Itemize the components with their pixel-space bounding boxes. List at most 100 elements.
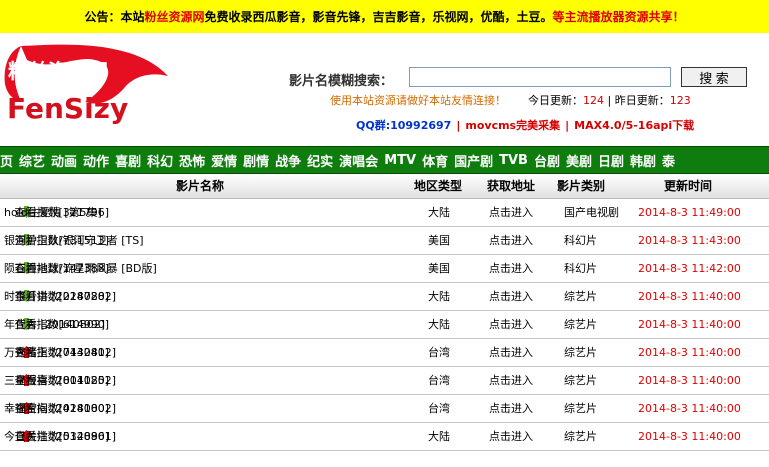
region-cell: 大陆 <box>428 206 450 219</box>
update-time-cell: 2014-8-3 11:42:00 <box>638 262 741 275</box>
category-cell: 科幻片 <box>564 234 597 247</box>
movcms-link[interactable]: movcms完美采集 <box>465 119 560 132</box>
nav-item[interactable]: 喜剧 <box>115 151 141 170</box>
nav-item[interactable]: 动画 <box>51 151 77 170</box>
category-cell: 综艺片 <box>564 290 597 303</box>
region-cell: 台湾 <box>428 346 450 359</box>
table-row: 年代秀 [20140802] 查看指数[614990] 大陆 点击进入 综艺片 2014… <box>0 311 769 339</box>
yesterday-count: 123 <box>669 94 691 107</box>
nav-item[interactable]: 国产剧 <box>454 151 493 170</box>
search-label: 影片名模糊搜索： <box>289 74 394 89</box>
friend-link-tip: 使用本站资源请做好本站友情连接！ <box>330 94 506 107</box>
update-time-cell: 2014-8-3 11:40:00 <box>638 374 741 387</box>
table-row: 今日关注 [20140801] 查看指数[532896] 大陆 点击进入 综艺片 201… <box>0 423 769 451</box>
nav-item[interactable]: 动作 <box>83 151 109 170</box>
search-button[interactable]: 搜 索 <box>681 67 747 87</box>
update-time-cell: 2014-8-3 11:40:00 <box>638 430 741 443</box>
nav-item[interactable]: 纪实 <box>307 151 333 170</box>
header-name: 影片名称 <box>176 179 225 193</box>
enter-link[interactable]: 点击进入 <box>489 423 533 450</box>
nav-item[interactable]: 台剧 <box>534 151 560 170</box>
update-time-cell: 2014-8-3 11:49:00 <box>638 206 741 219</box>
notice-site-name: 粉丝资源网 <box>144 10 205 24</box>
table-row: 三星报喜 [20140802] 查看指数[801125] 台湾 点击进入 综艺片 201… <box>0 367 769 395</box>
view-index-link[interactable]: 查看指数[321796] <box>15 199 110 226</box>
table-row: 时事开讲 [20140802] 查看指数[228728] 大陆 点击进入 综艺片 201… <box>0 283 769 311</box>
enter-link[interactable]: 点击进入 <box>489 367 533 394</box>
region-cell: 大陆 <box>428 318 450 331</box>
nav-item[interactable]: 演唱会 <box>339 151 378 170</box>
table-row: 银河护卫队/银河守卫者 [TS] 查看指数[731513] 美国 点击进入 科幻片 20… <box>0 227 769 255</box>
notice-suffix: 等主流播放器资源共享！ <box>552 10 685 24</box>
qq-group-link[interactable]: QQ群:10992697 <box>356 119 451 132</box>
nav-item[interactable]: 恐怖 <box>179 151 205 170</box>
table-row: 幸福空间 [20140802] 查看指数[428100] 台湾 点击进入 综艺片 201… <box>0 395 769 423</box>
region-cell: 大陆 <box>428 290 450 303</box>
nav-item[interactable]: 战争 <box>275 151 301 170</box>
today-count: 124 <box>583 94 604 107</box>
nav-item[interactable]: 美剧 <box>566 151 592 170</box>
nav-item[interactable]: 科幻 <box>147 151 173 170</box>
update-time-cell: 2014-8-3 11:40:00 <box>638 290 741 303</box>
nav-item[interactable]: 日剧 <box>598 151 624 170</box>
header-time: 更新时间 <box>664 179 713 193</box>
nav-item[interactable]: 泰 <box>662 151 675 170</box>
region-cell: 台湾 <box>428 402 450 415</box>
category-nav: 页 综艺 动画 动作 喜剧 科幻 恐怖 爱情 剧情 战争 纪实 演唱会 MTV … <box>0 146 769 174</box>
enter-link[interactable]: 点击进入 <box>489 395 533 422</box>
today-label: 今日更新： <box>528 94 583 107</box>
nav-item[interactable]: 剧情 <box>243 151 269 170</box>
nav-item[interactable]: MTV <box>384 153 416 168</box>
region-cell: 大陆 <box>428 430 450 443</box>
category-cell: 国产电视剧 <box>564 206 619 219</box>
view-index-link[interactable]: 查看指数[147388] <box>15 255 110 282</box>
table-row: hold住爱情 [第5集] 查看指数[321796] 大陆 点击进入 国产电视剧 201… <box>0 199 769 227</box>
nav-item[interactable]: 体育 <box>422 151 448 170</box>
yesterday-label: 昨日更新： <box>614 94 670 107</box>
enter-link[interactable]: 点击进入 <box>489 199 533 226</box>
category-cell: 综艺片 <box>564 346 597 359</box>
category-cell: 综艺片 <box>564 318 597 331</box>
view-index-link[interactable]: 查看指数[731513] <box>15 227 110 254</box>
enter-link[interactable]: 点击进入 <box>489 311 533 338</box>
enter-link[interactable]: 点击进入 <box>489 283 533 310</box>
enter-link[interactable]: 点击进入 <box>489 255 533 282</box>
announcement-bar: 公告：本站 粉丝资源网 免费收录西瓜影音，影音先锋，吉吉影音，乐视网，优酷，土豆… <box>0 0 769 33</box>
category-cell: 综艺片 <box>564 430 597 443</box>
region-cell: 美国 <box>428 234 450 247</box>
nav-item[interactable]: 页 <box>0 151 13 170</box>
search-area: 影片名模糊搜索： 搜 索 使用本站资源请做好本站友情连接！ 今日更新：124 |… <box>0 62 769 142</box>
notice-prefix: 公告：本站 <box>84 10 145 24</box>
update-time-cell: 2014-8-3 11:40:00 <box>638 402 741 415</box>
region-cell: 美国 <box>428 262 450 275</box>
update-stats: 今日更新：124 | 昨日更新：123 <box>528 94 691 107</box>
nav-item[interactable]: 爱情 <box>211 151 237 170</box>
view-index-link[interactable]: 查看指数[743241] <box>15 339 110 366</box>
enter-link[interactable]: 点击进入 <box>489 339 533 366</box>
search-input[interactable] <box>409 67 671 87</box>
notice-middle: 免费收录西瓜影音，影音先锋，吉吉影音，乐视网，优酷，土豆。 <box>204 10 553 24</box>
update-time-cell: 2014-8-3 11:40:00 <box>638 318 741 331</box>
view-index-link[interactable]: 查看指数[614990] <box>15 311 110 338</box>
header-link: 获取地址 <box>487 179 536 193</box>
enter-link[interactable]: 点击进入 <box>489 227 533 254</box>
link-row: QQ群:10992697 | movcms完美采集 | MAX4.0/5-16api下载 <box>356 119 695 132</box>
nav-item[interactable]: 韩剧 <box>630 151 656 170</box>
category-cell: 科幻片 <box>564 262 597 275</box>
category-cell: 综艺片 <box>564 402 597 415</box>
header-category: 影片类别 <box>557 179 606 193</box>
view-index-link[interactable]: 查看指数[428100] <box>15 395 110 422</box>
nav-item[interactable]: TVB <box>499 153 528 168</box>
header-region: 地区类型 <box>414 179 463 193</box>
view-index-link[interactable]: 查看指数[532896] <box>15 423 110 450</box>
nav-item[interactable]: 综艺 <box>19 151 45 170</box>
category-cell: 综艺片 <box>564 374 597 387</box>
table-row: 陨石撞地球/流星雨风暴 [BD版] 查看指数[147388] 美国 点击进入 科幻片 2… <box>0 255 769 283</box>
table-row: 万秀猪王 [20140802] 查看指数[743241] 台湾 点击进入 综艺片 201… <box>0 339 769 367</box>
max-download-link[interactable]: MAX4.0/5-16api下载 <box>574 119 694 132</box>
table-header: 影片名称 地区类型 获取地址 影片类别 更新时间 <box>0 174 769 199</box>
view-index-link[interactable]: 查看指数[801125] <box>15 367 110 394</box>
view-index-link[interactable]: 查看指数[228728] <box>15 283 110 310</box>
region-cell: 台湾 <box>428 374 450 387</box>
update-time-cell: 2014-8-3 11:40:00 <box>638 346 741 359</box>
